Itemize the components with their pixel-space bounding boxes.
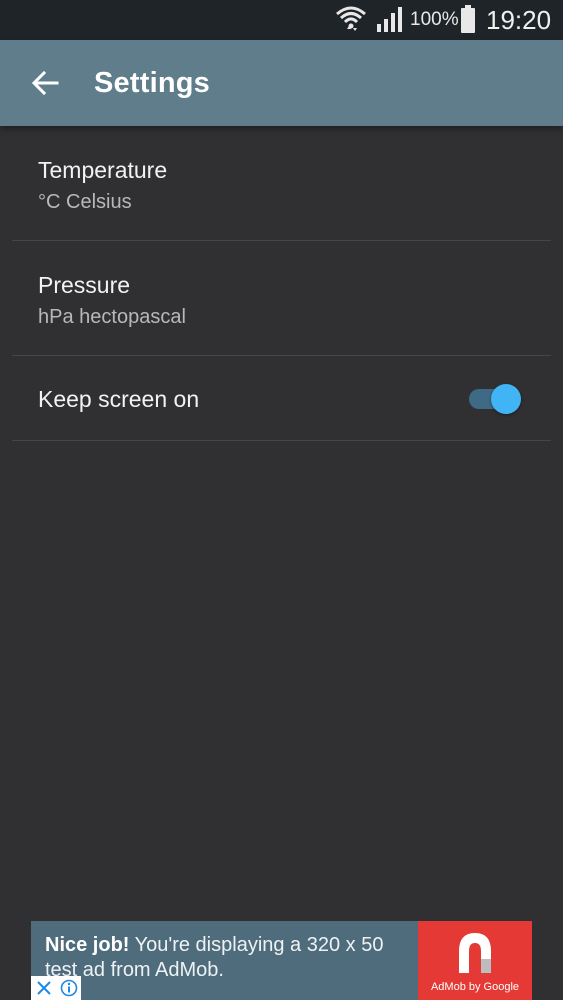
battery-percent: 100% [410,9,459,30]
battery-icon [461,5,475,33]
info-icon [60,979,77,997]
admob-logo-box: AdMob by Google [418,921,532,1000]
close-icon [36,981,51,995]
settings-screen: 100% 19:20 Settings Temperature °C Celsi… [0,0,563,1000]
ad-info-button[interactable] [56,976,81,1000]
arrow-back-icon [31,70,59,96]
back-button[interactable] [20,58,70,108]
settings-list: Temperature °C Celsius Pressure hPa hect… [0,126,563,441]
keep-screen-on-toggle[interactable] [467,384,521,414]
ad-byline: AdMob by Google [430,981,520,993]
status-bar: 100% 19:20 [0,0,563,40]
setting-temperature-summary: °C Celsius [38,191,132,213]
signal-icon [377,7,402,32]
status-clock: 19:20 [486,5,552,35]
ad-banner[interactable]: Nice job! You're displaying a 320 x 50 t… [31,921,532,1000]
ad-text: Nice job! You're displaying a 320 x 50 t… [45,933,415,983]
setting-pressure-summary: hPa hectopascal [38,306,186,328]
setting-pressure-label: Pressure [38,272,131,298]
setting-pressure[interactable]: Pressure hPa hectopascal [12,241,551,356]
wifi-icon [336,6,366,31]
ad-controls [31,976,81,1000]
toggle-thumb [491,384,521,414]
ad-close-button[interactable] [31,976,56,1000]
setting-keep-screen-on[interactable]: Keep screen on [12,356,551,441]
ad-headline: Nice job! [45,934,130,956]
page-title: Settings [94,67,210,99]
setting-keep-screen-on-label: Keep screen on [38,386,200,412]
admob-logo-icon [459,933,491,973]
setting-temperature-label: Temperature [38,157,168,183]
setting-temperature[interactable]: Temperature °C Celsius [12,126,551,241]
app-bar: Settings [0,40,563,126]
